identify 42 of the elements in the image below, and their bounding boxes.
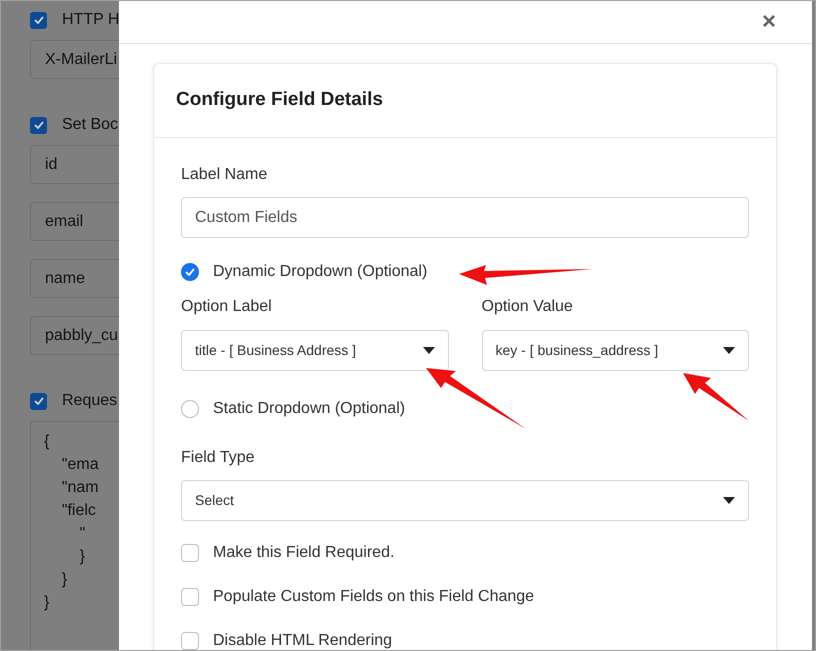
field-label: Option Value — [482, 297, 574, 317]
close-button[interactable]: × — [762, 10, 776, 34]
arrow-annotation — [683, 373, 749, 421]
checkbox-label: Reques — [62, 391, 118, 411]
caret-icon — [723, 347, 735, 354]
checkbox-label: Make this Field Required. — [213, 543, 394, 563]
check-icon — [34, 397, 44, 405]
caret-icon — [422, 347, 434, 354]
checkbox[interactable] — [30, 12, 47, 28]
code-line: " — [78, 525, 86, 542]
label-name-field[interactable]: Custom Fields — [181, 197, 749, 238]
option-label-select[interactable]: title - [ Business Address ] — [181, 330, 448, 371]
code-line: } — [44, 594, 50, 611]
radio-button[interactable] — [181, 263, 199, 281]
checkbox-label: Set Boc — [62, 115, 118, 135]
field-label: Field Type — [181, 448, 256, 468]
check-icon — [185, 268, 195, 276]
caret-icon — [723, 497, 735, 504]
check-icon — [34, 16, 44, 24]
code-line: "nam — [60, 479, 99, 496]
option-value-select[interactable]: key - [ business_address ] — [482, 330, 749, 371]
code-line: } — [60, 571, 68, 588]
field-label: Option Label — [181, 297, 273, 317]
checkbox-label: HTTP H — [62, 10, 120, 30]
field-label: Label Name — [181, 165, 268, 185]
checkbox-label: Populate Custom Fields on this Field Change — [213, 587, 534, 607]
checkbox[interactable] — [181, 632, 199, 650]
checkbox[interactable] — [181, 588, 199, 606]
checkbox-label: Disable HTML Rendering — [213, 631, 392, 650]
checkbox[interactable] — [30, 116, 47, 134]
check-icon — [34, 121, 44, 129]
checkbox[interactable] — [30, 392, 47, 410]
radio-label: Static Dropdown (Optional) — [213, 399, 406, 419]
radio-label: Dynamic Dropdown (Optional) — [213, 262, 428, 282]
card-title: Configure Field Details — [176, 88, 383, 112]
code-line: "fielc — [60, 502, 96, 519]
field-type-select[interactable]: Select — [181, 480, 749, 521]
code-line: { — [44, 433, 50, 450]
code-line: "ema — [60, 456, 99, 473]
radio-button[interactable] — [181, 400, 199, 418]
code-line: } — [78, 548, 85, 565]
checkbox[interactable] — [181, 544, 199, 562]
